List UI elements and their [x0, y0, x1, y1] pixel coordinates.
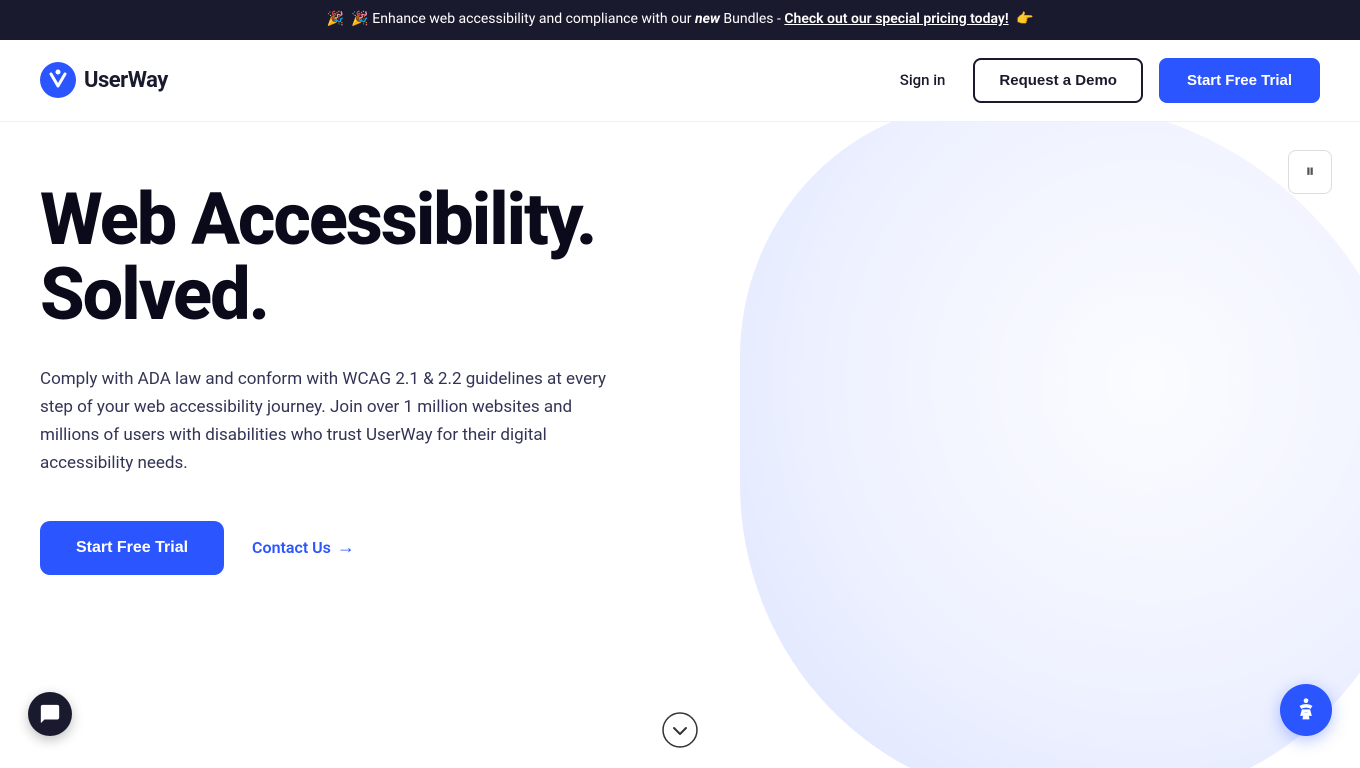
pricing-link[interactable]: Check out our special pricing today!	[784, 11, 1008, 27]
hero-section: Web Accessibility. Solved. Comply with A…	[0, 122, 1360, 768]
scroll-down-icon	[662, 712, 698, 748]
accessibility-widget[interactable]	[1280, 684, 1332, 736]
chat-widget[interactable]	[28, 692, 72, 736]
request-demo-button[interactable]: Request a Demo	[973, 58, 1143, 103]
sign-in-link[interactable]: Sign in	[888, 63, 958, 97]
background-shape	[740, 122, 1360, 768]
chat-icon	[39, 703, 61, 725]
pause-button[interactable]: ⏸	[1288, 150, 1332, 194]
hero-title-line1: Web Accessibility.	[40, 177, 595, 262]
contact-us-label: Contact Us	[252, 538, 331, 557]
finger-emoji: 👉	[1016, 11, 1033, 27]
hero-title-line2: Solved.	[40, 252, 268, 337]
hero-title: Web Accessibility. Solved.	[40, 182, 700, 333]
start-trial-hero-button[interactable]: Start Free Trial	[40, 521, 224, 575]
start-trial-nav-button[interactable]: Start Free Trial	[1159, 58, 1320, 103]
hero-actions: Start Free Trial Contact Us →	[40, 521, 700, 575]
accessibility-icon	[1292, 696, 1320, 724]
scroll-indicator[interactable]	[662, 712, 698, 748]
contact-arrow-icon: →	[337, 537, 355, 558]
logo-text: UserWay	[84, 68, 168, 93]
userway-logo-icon	[40, 62, 76, 98]
hero-description: Comply with ADA law and conform with WCA…	[40, 365, 620, 477]
party-emoji: 🎉	[326, 11, 343, 27]
hero-content: Web Accessibility. Solved. Comply with A…	[40, 182, 700, 575]
announcement-bar: 🎉 🎉 Enhance web accessibility and compli…	[0, 0, 1360, 40]
logo[interactable]: UserWay	[40, 62, 168, 98]
nav-actions: Sign in Request a Demo Start Free Trial	[888, 58, 1320, 103]
navbar: UserWay Sign in Request a Demo Start Fre…	[0, 40, 1360, 122]
pause-icon: ⏸	[1306, 161, 1315, 182]
contact-us-link[interactable]: Contact Us →	[252, 537, 355, 558]
announcement-text: 🎉 🎉 Enhance web accessibility and compli…	[322, 11, 1037, 27]
